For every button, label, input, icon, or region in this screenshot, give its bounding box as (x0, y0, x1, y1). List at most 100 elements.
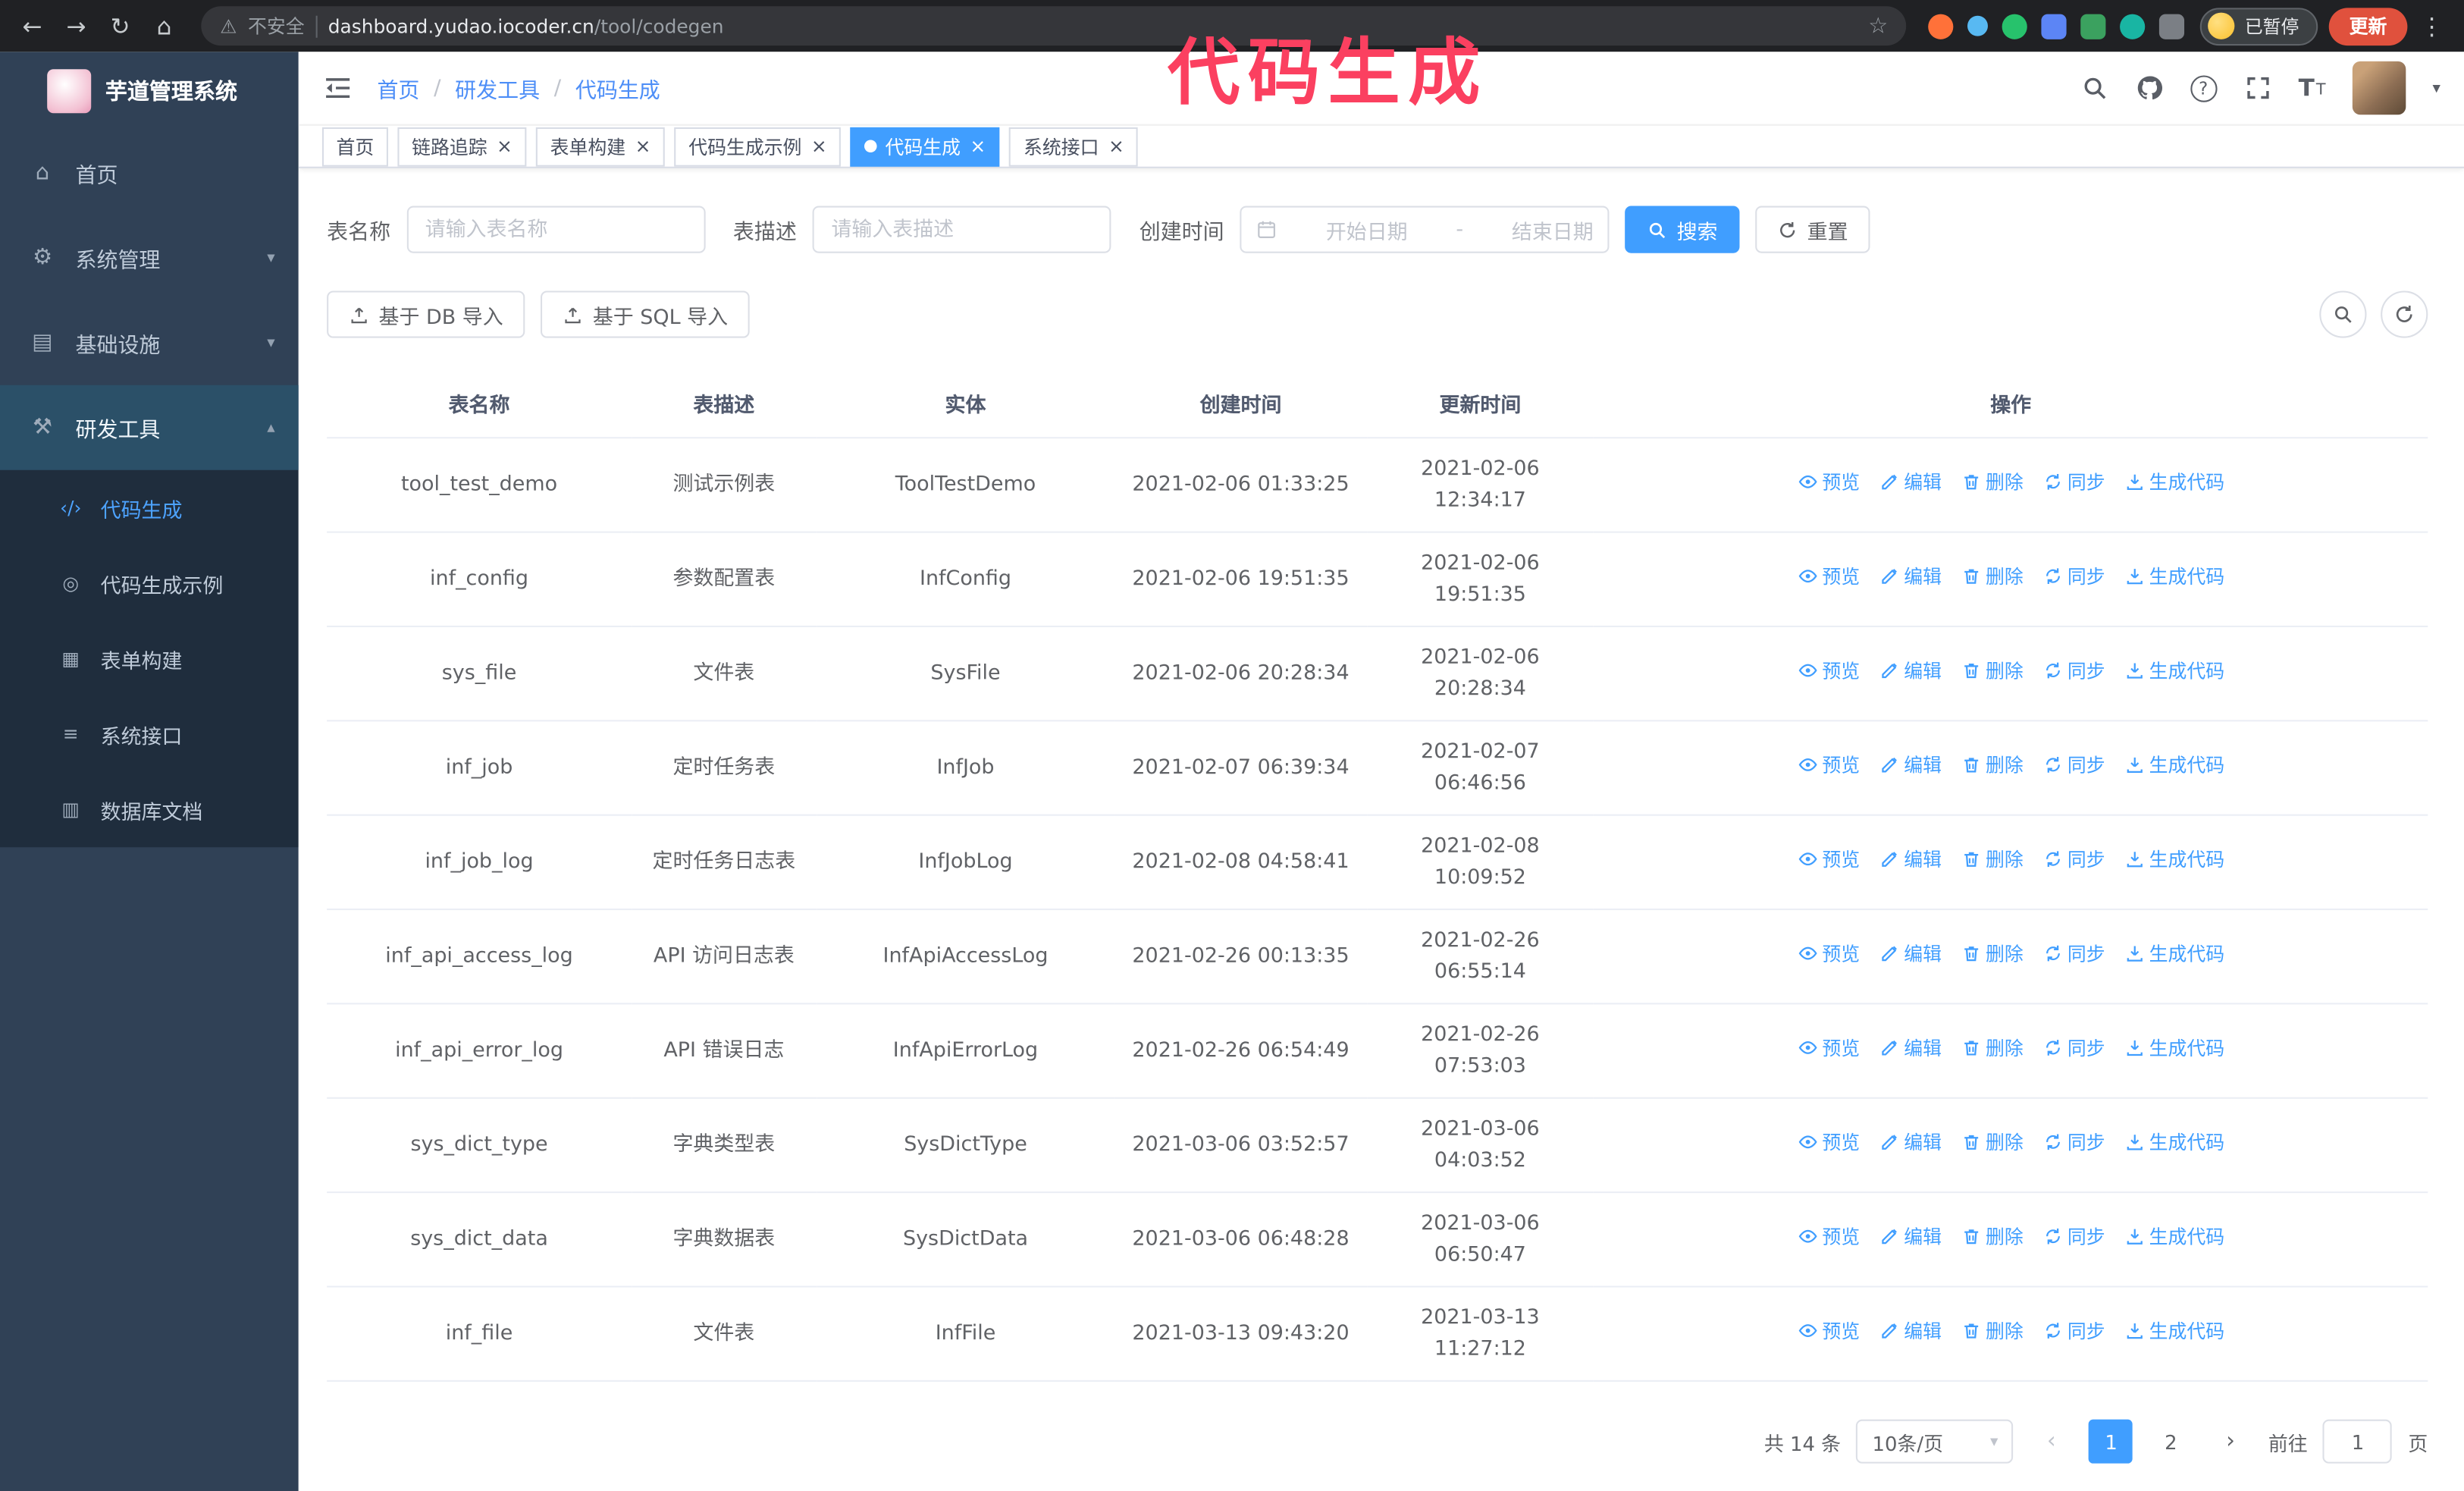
action-delete-link[interactable]: 删除 (1961, 939, 2024, 967)
collapse-sidebar-icon[interactable] (322, 72, 353, 103)
import-sql-button[interactable]: 基于 SQL 导入 (541, 290, 751, 338)
github-icon[interactable] (2135, 74, 2163, 102)
sidebar-subitem-codegen[interactable]: ‹/› 代码生成 (0, 470, 299, 545)
browser-menu-icon[interactable]: ⋮ (2412, 6, 2452, 46)
action-delete-link[interactable]: 删除 (1961, 468, 2024, 496)
update-button[interactable]: 更新 (2328, 7, 2408, 46)
sidebar-item-system[interactable]: ⚙ 系统管理 ▾ (0, 215, 299, 300)
breadcrumb-item-home[interactable]: 首页 (377, 72, 419, 104)
tab-codegen[interactable]: 代码生成 × (850, 126, 1000, 166)
column-header-created[interactable]: 创建时间 (1114, 369, 1367, 439)
action-generate-code-link[interactable]: 生成代码 (2124, 656, 2224, 684)
help-icon[interactable]: ? (2190, 74, 2217, 102)
action-sync-link[interactable]: 同步 (2042, 1128, 2105, 1156)
extension-icon[interactable] (1968, 15, 1989, 36)
action-delete-link[interactable]: 删除 (1961, 845, 2024, 873)
search-icon[interactable] (2080, 74, 2108, 102)
close-icon[interactable]: × (970, 135, 986, 157)
reload-icon[interactable]: ↻ (101, 6, 140, 46)
action-sync-link[interactable]: 同步 (2042, 1223, 2105, 1251)
action-preview-link[interactable]: 预览 (1797, 1317, 1860, 1345)
action-generate-code-link[interactable]: 生成代码 (2124, 751, 2224, 779)
action-delete-link[interactable]: 删除 (1961, 1223, 2024, 1251)
column-header-name[interactable]: 表名称 (327, 369, 632, 439)
home-icon[interactable]: ⌂ (145, 6, 184, 46)
back-icon[interactable]: ← (13, 6, 52, 46)
goto-page-input[interactable] (2323, 1419, 2393, 1464)
close-icon[interactable]: × (635, 135, 651, 157)
action-edit-link[interactable]: 编辑 (1879, 1223, 1942, 1251)
action-generate-code-link[interactable]: 生成代码 (2124, 845, 2224, 873)
action-generate-code-link[interactable]: 生成代码 (2124, 1317, 2224, 1345)
forward-icon[interactable]: → (57, 6, 96, 46)
breadcrumb-item-codegen[interactable]: 代码生成 (575, 72, 660, 104)
action-delete-link[interactable]: 删除 (1961, 1034, 2024, 1062)
action-sync-link[interactable]: 同步 (2042, 751, 2105, 779)
action-sync-link[interactable]: 同步 (2042, 1034, 2105, 1062)
action-preview-link[interactable]: 预览 (1797, 1128, 1860, 1156)
logo[interactable]: 芋道管理系统 (0, 52, 299, 130)
action-preview-link[interactable]: 预览 (1797, 939, 1860, 967)
action-generate-code-link[interactable]: 生成代码 (2124, 1223, 2224, 1251)
close-icon[interactable]: × (811, 135, 827, 157)
sidebar-subitem-form-builder[interactable]: ▦ 表单构建 (0, 621, 299, 696)
extension-icon[interactable] (2042, 13, 2067, 39)
action-edit-link[interactable]: 编辑 (1879, 656, 1942, 684)
action-generate-code-link[interactable]: 生成代码 (2124, 939, 2224, 967)
column-header-desc[interactable]: 表描述 (631, 369, 817, 439)
action-preview-link[interactable]: 预览 (1797, 656, 1860, 684)
chevron-down-icon[interactable]: ▾ (2432, 80, 2440, 97)
close-icon[interactable]: × (1108, 135, 1124, 157)
action-delete-link[interactable]: 删除 (1961, 751, 2024, 779)
extensions-puzzle-icon[interactable] (2159, 13, 2186, 39)
tab-codegen-example[interactable]: 代码生成示例 × (674, 126, 842, 166)
table-desc-input[interactable] (812, 206, 1111, 253)
page-number-button[interactable]: 2 (2149, 1420, 2193, 1464)
action-sync-link[interactable]: 同步 (2042, 939, 2105, 967)
import-db-button[interactable]: 基于 DB 导入 (327, 290, 525, 338)
action-delete-link[interactable]: 删除 (1961, 1317, 2024, 1345)
search-button[interactable]: 搜索 (1625, 206, 1740, 253)
extension-icon[interactable] (2002, 13, 2028, 39)
action-generate-code-link[interactable]: 生成代码 (2124, 1128, 2224, 1156)
sidebar-item-home[interactable]: ⌂ 首页 (0, 130, 299, 215)
sidebar-item-devtools[interactable]: ⚒ 研发工具 ▴ (0, 385, 299, 470)
fullscreen-icon[interactable] (2243, 74, 2271, 102)
column-header-entity[interactable]: 实体 (816, 369, 1115, 439)
reset-button[interactable]: 重置 (1755, 206, 1870, 253)
tab-trace[interactable]: 链路追踪 × (397, 126, 527, 166)
page-size-select[interactable]: 10条/页 ▾ (1856, 1419, 2014, 1464)
action-edit-link[interactable]: 编辑 (1879, 751, 1942, 779)
action-edit-link[interactable]: 编辑 (1879, 562, 1942, 590)
prev-page-button[interactable]: ‹ (2030, 1420, 2074, 1464)
user-avatar[interactable] (2352, 61, 2406, 115)
refresh-table-button[interactable] (2381, 290, 2428, 338)
bookmark-star-icon[interactable]: ☆ (1868, 14, 1888, 39)
action-sync-link[interactable]: 同步 (2042, 468, 2105, 496)
profile-paused-badge[interactable]: 已暂停 (2200, 7, 2318, 46)
action-generate-code-link[interactable]: 生成代码 (2124, 468, 2224, 496)
sidebar-subitem-codegen-example[interactable]: ◎ 代码生成示例 (0, 545, 299, 620)
action-edit-link[interactable]: 编辑 (1879, 845, 1942, 873)
action-sync-link[interactable]: 同步 (2042, 562, 2105, 590)
extension-icon[interactable] (2081, 13, 2107, 39)
action-edit-link[interactable]: 编辑 (1879, 1034, 1942, 1062)
action-delete-link[interactable]: 删除 (1961, 562, 2024, 590)
table-name-input[interactable] (406, 206, 705, 253)
action-generate-code-link[interactable]: 生成代码 (2124, 1034, 2224, 1062)
date-range-picker[interactable]: 开始日期 - 结束日期 (1240, 206, 1610, 253)
action-sync-link[interactable]: 同步 (2042, 656, 2105, 684)
action-preview-link[interactable]: 预览 (1797, 845, 1860, 873)
action-edit-link[interactable]: 编辑 (1879, 468, 1942, 496)
sidebar-subitem-api[interactable]: ≡ 系统接口 (0, 696, 299, 771)
action-edit-link[interactable]: 编辑 (1879, 939, 1942, 967)
extension-icon[interactable] (2121, 13, 2146, 39)
action-preview-link[interactable]: 预览 (1797, 1223, 1860, 1251)
action-edit-link[interactable]: 编辑 (1879, 1317, 1942, 1345)
extension-icon[interactable] (1929, 13, 1955, 39)
action-preview-link[interactable]: 预览 (1797, 468, 1860, 496)
tab-form-builder[interactable]: 表单构建 × (535, 126, 666, 166)
next-page-button[interactable]: › (2209, 1420, 2252, 1464)
column-header-updated[interactable]: 更新时间 (1366, 369, 1594, 439)
sidebar-subitem-db-doc[interactable]: ▥ 数据库文档 (0, 772, 299, 847)
